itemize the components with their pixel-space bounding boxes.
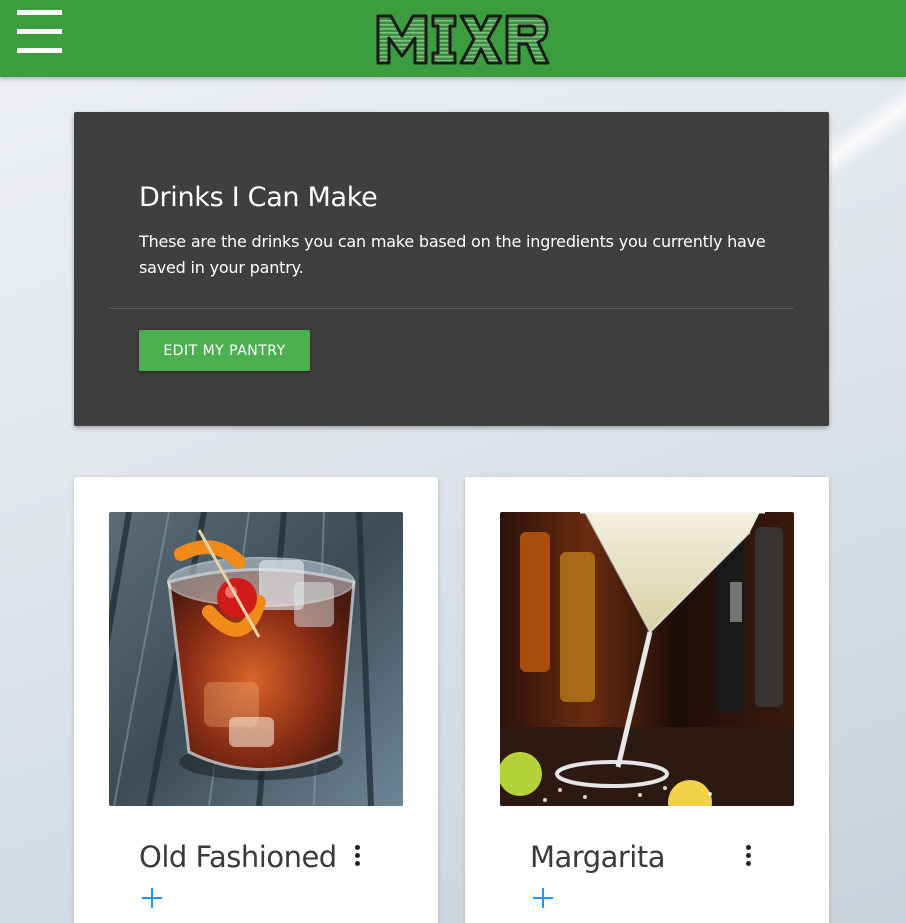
more-vert-icon[interactable] (741, 843, 755, 871)
plus-icon[interactable] (142, 887, 164, 909)
plus-icon[interactable] (533, 887, 555, 909)
old-fashioned-photo[interactable] (109, 512, 403, 806)
hamburger-menu-icon[interactable] (17, 10, 63, 54)
top-app-bar (0, 0, 906, 77)
drinks-i-can-make-panel: Drinks I Can Make These are the drinks y… (74, 112, 829, 426)
divider (109, 308, 794, 309)
more-vert-icon[interactable] (350, 843, 364, 871)
page-description: These are the drinks you can make based … (139, 232, 766, 277)
drink-title[interactable]: Old Fashioned (139, 840, 337, 874)
drink-card[interactable]: Margarita (465, 477, 829, 923)
margarita-photo[interactable] (500, 512, 794, 806)
edit-my-pantry-button[interactable]: EDIT MY PANTRY (139, 330, 310, 371)
drink-card[interactable]: Old Fashioned (74, 477, 438, 923)
page-title: Drinks I Can Make (139, 182, 378, 213)
mixr-logo[interactable] (373, 8, 553, 70)
drink-title[interactable]: Margarita (530, 840, 666, 874)
